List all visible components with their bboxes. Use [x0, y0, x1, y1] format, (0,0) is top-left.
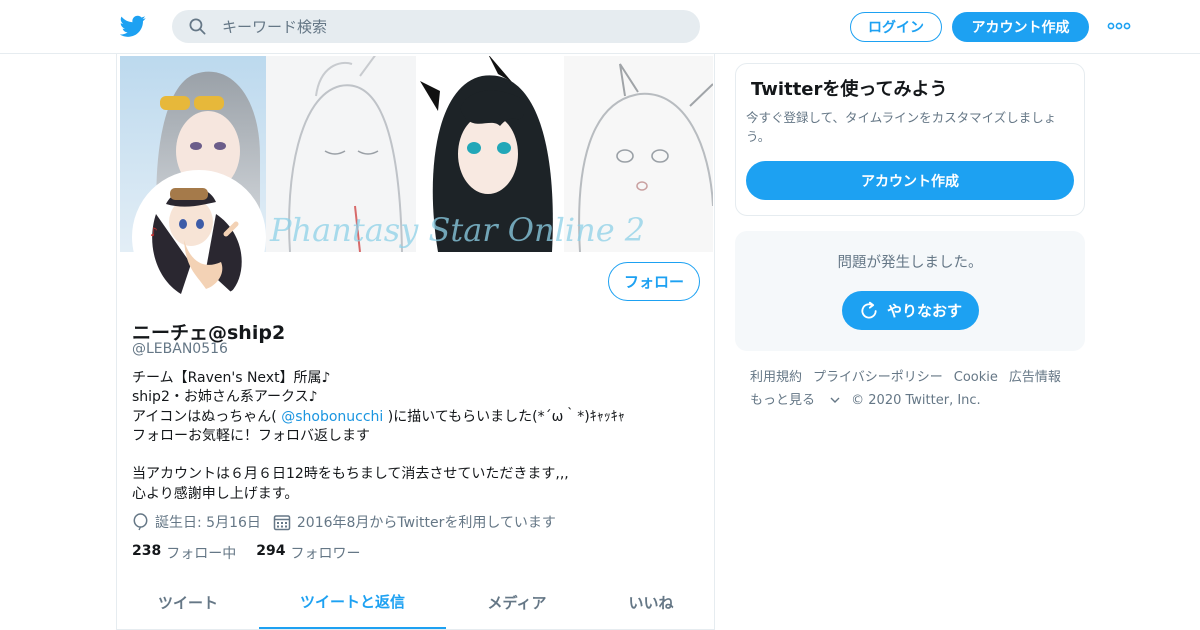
bio-text: アイコンはぬっちゃん(	[132, 408, 282, 425]
signup-card-title: Twitterを使ってみよう	[751, 79, 948, 100]
banner-logo: Phantasy Star Online 2	[269, 211, 645, 249]
footer-link-ads[interactable]: 広告情報	[1009, 370, 1061, 385]
follow-stats: 238 フォロー中 294 フォロワー	[132, 543, 380, 563]
birthday-text: 誕生日: 5月16日	[155, 515, 261, 531]
twitter-bird-icon[interactable]	[120, 13, 146, 39]
login-button[interactable]: ログイン	[850, 12, 942, 42]
svg-text:♪: ♪	[150, 225, 158, 239]
error-message: 問題が発生しました。	[837, 255, 983, 271]
signup-card-text: 今すぐ登録して、タイムラインをカスタマイズしましょう。	[746, 110, 1057, 144]
joined-date-text: 2016年8月からTwitterを利用しています	[296, 515, 556, 531]
more-options-icon[interactable]	[1107, 20, 1131, 32]
bio-line: 心より感謝申し上げます。	[132, 485, 299, 502]
profile-handle[interactable]: @LEBAN0516	[132, 341, 228, 357]
following-count[interactable]: 238	[132, 543, 161, 563]
tab-tweets-and-replies[interactable]: ツイートと返信	[259, 576, 446, 629]
profile-tabs: ツイート ツイートと返信 メディア いいね	[117, 576, 714, 629]
bio-spacer	[132, 446, 702, 465]
search-icon	[189, 18, 206, 35]
balloon-icon	[133, 513, 148, 531]
tab-media[interactable]: メディア	[446, 576, 588, 629]
profile-bio: チーム【Raven's Next】所属♪ ship2・お姉さん系アークス♪ アイ…	[132, 369, 702, 504]
tab-tweets[interactable]: ツイート	[117, 576, 259, 629]
footer-more-button[interactable]: もっと見る	[750, 393, 840, 408]
bio-text: )に描いてもらいました(*´ω｀*)ｷｬｯｷｬ	[383, 408, 625, 425]
refresh-icon	[861, 301, 877, 319]
bio-line: フォローお気軽に！フォロバ返します	[132, 427, 370, 444]
calendar-icon	[273, 515, 291, 531]
bio-line: チーム【Raven's Next】所属♪	[132, 370, 331, 386]
footer-copyright: © 2020 Twitter, Inc.	[851, 393, 981, 408]
bio-mention-link[interactable]: @shobonucchi	[281, 409, 383, 425]
footer-link-cookie[interactable]: Cookie	[954, 370, 998, 385]
search-input[interactable]	[222, 10, 682, 43]
bio-line: アイコンはぬっちゃん( @shobonucchi )に描いてもらいました(*´ω…	[132, 408, 702, 427]
profile-meta: 誕生日: 5月16日 2016年8月からTwitterを利用しています	[132, 512, 556, 532]
tab-likes[interactable]: いいね	[588, 576, 714, 629]
footer-link-terms[interactable]: 利用規約	[750, 370, 802, 385]
footer-link-privacy[interactable]: プライバシーポリシー	[813, 370, 943, 385]
bio-line: ship2・お姉さん系アークス♪	[132, 389, 318, 406]
followers-count[interactable]: 294	[256, 543, 285, 563]
retry-label: やりなおす	[886, 302, 962, 320]
profile-avatar[interactable]: ♪	[132, 170, 266, 304]
retry-button[interactable]: やりなおす	[842, 291, 979, 330]
profile-column: Phantasy Star Online 2 ♪ フォロー ニーチェ@ship2…	[116, 54, 715, 630]
followers-label[interactable]: フォロワー	[290, 543, 360, 563]
top-navigation-bar: ログイン アカウント作成	[0, 0, 1200, 54]
follow-button[interactable]: フォロー	[608, 262, 700, 301]
signup-button[interactable]: アカウント作成	[952, 12, 1089, 42]
bio-line: 当アカウントは６月６日12時をもちまして消去させていただきます,,,	[132, 466, 569, 483]
error-card: 問題が発生しました。 やりなおす	[735, 231, 1085, 351]
create-account-button[interactable]: アカウント作成	[746, 161, 1074, 200]
signup-prompt-card: Twitterを使ってみよう 今すぐ登録して、タイムラインをカスタマイズしましょ…	[735, 63, 1085, 216]
chevron-down-icon	[830, 397, 840, 403]
footer-links: 利用規約 プライバシーポリシー Cookie 広告情報 もっと見る © 2020 Tw…	[750, 366, 1080, 412]
search-box	[172, 10, 700, 43]
following-label[interactable]: フォロー中	[166, 543, 236, 563]
